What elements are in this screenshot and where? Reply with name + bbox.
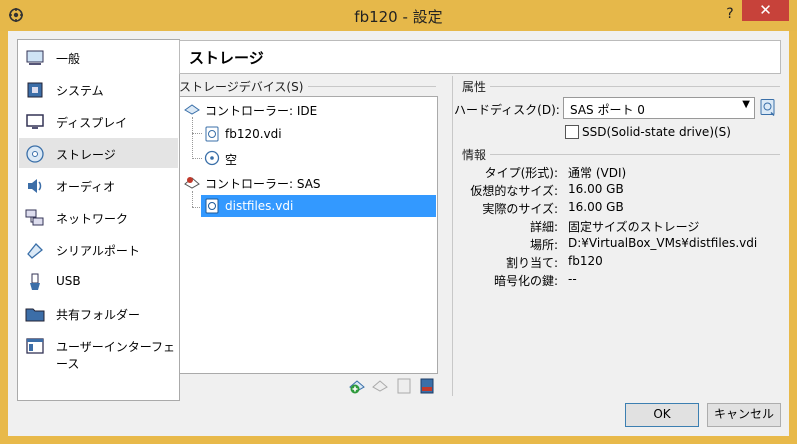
info-virtual-size-label: 仮想的なサイズ: bbox=[470, 184, 558, 198]
attributes-label: 属性 bbox=[462, 80, 487, 94]
sas-controller-icon bbox=[184, 177, 200, 189]
sidebar-item-serial-port[interactable]: シリアルポート bbox=[19, 234, 178, 264]
ok-button[interactable]: OK bbox=[625, 403, 699, 427]
add-controller-icon[interactable] bbox=[349, 377, 367, 395]
section-divider bbox=[308, 86, 436, 87]
display-icon bbox=[26, 114, 44, 129]
user-interface-icon bbox=[26, 338, 44, 354]
info-location-value: D:¥VirtualBox_VMs¥distfiles.vdi bbox=[568, 236, 758, 250]
info-virtual-size-value: 16.00 GB bbox=[568, 182, 624, 196]
sidebar-item-display[interactable]: ディスプレイ bbox=[19, 106, 178, 136]
tree-item-label: コントローラー: IDE bbox=[205, 104, 318, 118]
tree-item-disk[interactable]: fb120.vdi bbox=[201, 123, 436, 145]
ide-controller-icon bbox=[184, 104, 200, 115]
info-type-value: 通常 (VDI) bbox=[568, 166, 627, 180]
sidebar-item-label: システム bbox=[56, 84, 104, 98]
info-label: 情報 bbox=[462, 148, 487, 162]
info-attached-to-label: 割り当て: bbox=[505, 256, 558, 270]
tree-item-label: distfiles.vdi bbox=[225, 199, 294, 213]
chevron-down-icon: ▼ bbox=[742, 99, 750, 110]
help-button[interactable]: ? bbox=[718, 6, 742, 24]
info-location-label: 場所: bbox=[529, 238, 558, 252]
hard-disk-icon bbox=[205, 198, 219, 214]
info-type-label: タイプ(形式): bbox=[484, 166, 558, 180]
storage-tree[interactable]: コントローラー: IDE fb120.vdi 空 コントローラー: SAS di… bbox=[179, 96, 438, 374]
settings-category-list: 一般 システム ディスプレイ ストレージ オーディオ ネットワーク シリアルポー… bbox=[17, 39, 180, 401]
info-actual-size-value: 16.00 GB bbox=[568, 200, 624, 214]
usb-icon bbox=[30, 273, 40, 290]
info-attached-to-value: fb120 bbox=[568, 254, 603, 268]
cancel-button[interactable]: キャンセル bbox=[707, 403, 781, 427]
tree-item-disk-selected[interactable]: distfiles.vdi bbox=[201, 195, 436, 217]
sidebar-item-label: ディスプレイ bbox=[56, 116, 128, 130]
page-title: ストレージ bbox=[189, 49, 264, 67]
tree-item-label: fb120.vdi bbox=[225, 127, 282, 141]
sidebar-item-label: 一般 bbox=[56, 52, 81, 66]
window-title: fb120 - 設定 bbox=[354, 8, 443, 26]
hard-disk-slot-value: SAS ポート 0 bbox=[570, 103, 645, 117]
info-actual-size-label: 実際のサイズ: bbox=[482, 202, 558, 216]
hard-disk-label: ハードディスク(D): bbox=[454, 103, 560, 117]
sidebar-item-user-interface[interactable]: ユーザーインターフェース bbox=[19, 330, 178, 371]
hard-disk-icon bbox=[205, 126, 219, 142]
sidebar-item-general[interactable]: 一般 bbox=[19, 42, 178, 72]
sidebar-item-usb[interactable]: USB bbox=[19, 266, 178, 296]
sidebar-item-shared-folders[interactable]: 共有フォルダー bbox=[19, 298, 178, 328]
dialog-body: 一般 システム ディスプレイ ストレージ オーディオ ネットワーク シリアルポー… bbox=[8, 31, 789, 436]
add-attachment-icon[interactable] bbox=[395, 377, 413, 395]
storage-devices-label: ストレージデバイス(S) bbox=[179, 80, 304, 94]
panel-separator bbox=[452, 76, 453, 396]
hard-disk-slot-select[interactable]: SAS ポート 0 ▼ bbox=[563, 97, 755, 119]
serial-port-icon bbox=[27, 243, 43, 259]
sidebar-item-label: ストレージ bbox=[56, 148, 116, 162]
storage-icon bbox=[26, 145, 44, 163]
tree-item-controller-ide[interactable]: コントローラー: IDE bbox=[181, 98, 436, 120]
tree-connector bbox=[192, 191, 193, 207]
ssd-checkbox-label: SSD(Solid-state drive)(S) bbox=[582, 125, 731, 139]
system-icon bbox=[27, 82, 43, 98]
info-encryption-key-label: 暗号化の鍵: bbox=[493, 274, 558, 288]
tree-item-optical[interactable]: 空 bbox=[201, 147, 436, 169]
sidebar-item-network[interactable]: ネットワーク bbox=[19, 202, 178, 232]
network-icon bbox=[25, 209, 44, 226]
section-divider bbox=[490, 86, 780, 87]
choose-disk-icon[interactable] bbox=[759, 98, 777, 117]
page-header: ストレージ bbox=[179, 40, 781, 74]
title-bar: fb120 - 設定 ? ✕ bbox=[0, 0, 797, 31]
sidebar-item-system[interactable]: システム bbox=[19, 74, 178, 104]
audio-icon bbox=[28, 179, 42, 193]
close-button[interactable]: ✕ bbox=[742, 0, 789, 21]
sidebar-item-label: 共有フォルダー bbox=[56, 308, 141, 322]
tree-item-label: 空 bbox=[225, 153, 238, 167]
info-encryption-key-value: -- bbox=[568, 272, 577, 286]
sidebar-item-label: ユーザーインターフェース bbox=[56, 340, 176, 371]
section-divider bbox=[490, 154, 780, 155]
tree-item-label: コントローラー: SAS bbox=[205, 177, 321, 191]
info-details-label: 詳細: bbox=[529, 220, 558, 234]
shared-folder-icon bbox=[25, 308, 45, 322]
sidebar-item-label: ネットワーク bbox=[56, 212, 129, 226]
sidebar-item-label: オーディオ bbox=[56, 180, 116, 194]
ssd-checkbox[interactable] bbox=[565, 125, 579, 139]
optical-disk-icon bbox=[204, 150, 220, 166]
remove-controller-icon[interactable] bbox=[372, 377, 390, 395]
sidebar-item-label: USB bbox=[56, 274, 81, 288]
remove-attachment-icon[interactable] bbox=[418, 377, 436, 395]
tree-connector bbox=[192, 117, 193, 159]
general-icon bbox=[26, 50, 44, 65]
settings-window: fb120 - 設定 ? ✕ 一般 システム ディスプレイ ストレージ オーディ… bbox=[0, 0, 797, 444]
tree-item-controller-sas[interactable]: コントローラー: SAS bbox=[181, 171, 436, 193]
info-details-value: 固定サイズのストレージ bbox=[568, 220, 700, 234]
sidebar-item-storage[interactable]: ストレージ bbox=[19, 138, 178, 168]
sidebar-item-label: シリアルポート bbox=[56, 244, 140, 258]
sidebar-item-audio[interactable]: オーディオ bbox=[19, 170, 178, 200]
